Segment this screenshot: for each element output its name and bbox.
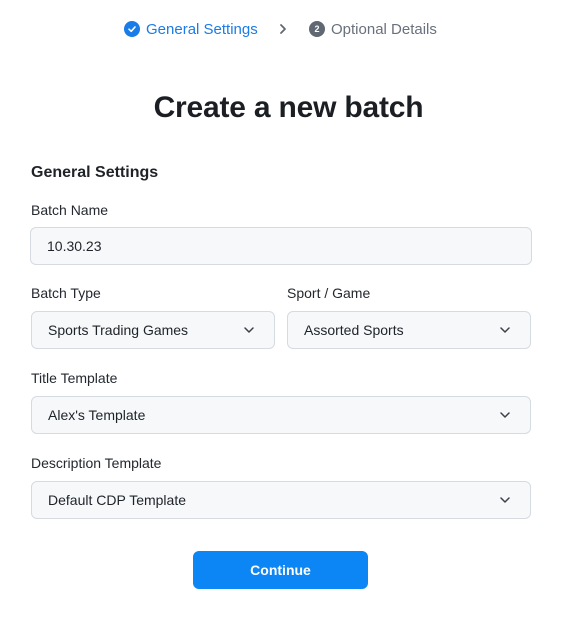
sport-game-label: Sport / Game [287, 285, 371, 301]
step-general-settings[interactable]: General Settings [124, 19, 258, 39]
step-optional-details[interactable]: 2 Optional Details [309, 19, 437, 39]
step-label: General Settings [146, 20, 258, 38]
page-title: Create a new batch [153, 91, 424, 124]
continue-button[interactable]: Continue [193, 551, 368, 589]
sport-game-value: Assorted Sports [304, 322, 404, 338]
title-template-label: Title Template [31, 370, 118, 386]
batch-name-input[interactable]: 10.30.23 [30, 227, 532, 265]
batch-type-select[interactable]: Sports Trading Games [31, 311, 275, 349]
title-template-value: Alex's Template [48, 407, 146, 423]
batch-type-value: Sports Trading Games [48, 322, 189, 338]
description-template-select[interactable]: Default CDP Template [31, 481, 531, 519]
chevron-down-icon [498, 323, 512, 337]
chevron-down-icon [498, 493, 512, 507]
chevron-right-icon [278, 21, 288, 37]
check-circle-icon [124, 21, 140, 37]
description-template-label: Description Template [31, 455, 162, 471]
stepper: General Settings 2 Optional Details [0, 19, 577, 39]
step-number-badge: 2 [309, 21, 325, 37]
batch-type-label: Batch Type [31, 285, 101, 301]
sport-game-select[interactable]: Assorted Sports [287, 311, 531, 349]
step-label: Optional Details [331, 20, 437, 38]
batch-name-value: 10.30.23 [47, 238, 102, 254]
chevron-down-icon [242, 323, 256, 337]
title-template-select[interactable]: Alex's Template [31, 396, 531, 434]
section-title: General Settings [31, 164, 159, 181]
chevron-down-icon [498, 408, 512, 422]
batch-name-label: Batch Name [31, 202, 109, 218]
description-template-value: Default CDP Template [48, 492, 186, 508]
